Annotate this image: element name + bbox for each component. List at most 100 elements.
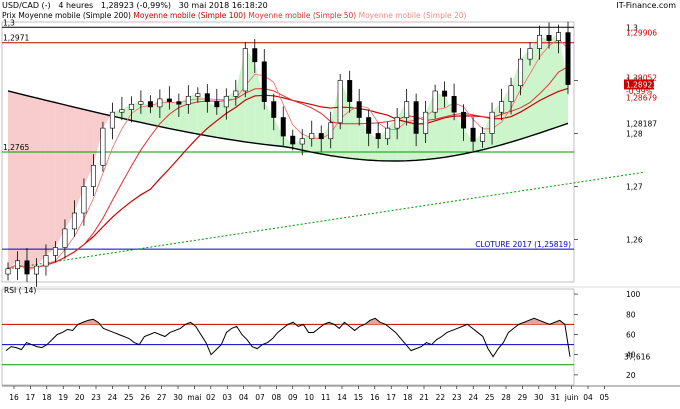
x-tick-label: 23	[452, 393, 462, 402]
candle-body	[100, 127, 106, 166]
candle-body	[385, 127, 391, 140]
right-value-label: 1,28679	[626, 93, 657, 102]
price-chart: 1,3 1,2971 1,2765 CLOTURE 2017 (1,25819) 1,2…	[1, 18, 680, 402]
candle-body	[375, 133, 381, 140]
candle-body	[252, 48, 258, 63]
x-tick-label: 11	[321, 393, 331, 402]
candle-body	[43, 255, 49, 267]
candle-body	[565, 32, 571, 85]
rsi-title: RSI ( 14)	[4, 286, 36, 295]
x-tick-label: 10	[304, 393, 314, 402]
candle-body	[432, 90, 438, 113]
candle-body	[356, 101, 362, 118]
candle-body	[404, 101, 410, 118]
x-tick-label: 28	[501, 393, 511, 402]
x-tick-label: 19	[58, 393, 68, 402]
x-tick-label: 17	[26, 393, 36, 402]
candle-body	[90, 164, 96, 187]
trend-fill-segment	[8, 90, 18, 269]
x-tick-label: 29	[518, 393, 528, 402]
candle-body	[176, 101, 182, 105]
trend-fill-segment	[64, 104, 75, 229]
y-tick-label: 1,26	[626, 236, 643, 245]
candle-body	[166, 98, 172, 102]
x-tick-label: mai	[187, 393, 201, 402]
candle-body	[489, 111, 495, 134]
x-tick-label: 18	[403, 393, 413, 402]
candle-body	[62, 228, 68, 248]
candle-body	[214, 101, 220, 108]
candle-body	[233, 90, 239, 97]
candle-body	[261, 61, 267, 102]
candle-body	[271, 101, 277, 118]
x-tick-label: 24	[108, 393, 118, 402]
candle-body	[451, 95, 457, 113]
x-tick-label: 02	[206, 393, 216, 402]
rsi-plot-frame	[1, 288, 575, 386]
candle-body	[81, 186, 87, 214]
x-tick-label: 25	[485, 393, 495, 402]
candle-body	[128, 103, 134, 110]
x-tick-label: 23	[91, 393, 101, 402]
trendline	[7, 171, 646, 270]
right-value-label: 1,29906	[626, 28, 657, 37]
candle-body	[204, 93, 210, 102]
trend-fill-segment	[55, 102, 65, 248]
trend-fill-segment	[45, 100, 56, 256]
candle-body	[394, 117, 400, 129]
level-label: CLOTURE 2017 (1,25819)	[475, 240, 571, 249]
x-tick-label: 04	[239, 393, 249, 402]
candle-body	[290, 135, 296, 145]
trend-fill-segment	[26, 95, 37, 275]
y-tick-label: 1,28	[626, 129, 643, 138]
rsi-y-tick-label: 60	[626, 330, 636, 339]
candle-body	[442, 90, 448, 97]
trend-fill-segment	[17, 93, 27, 275]
x-tick-label: 03	[222, 393, 232, 402]
x-tick-label: 05	[600, 393, 610, 402]
x-tick-label: 27	[157, 393, 167, 402]
candle-body	[109, 111, 115, 129]
x-tick-label: juin	[564, 393, 579, 402]
candle-body	[527, 48, 533, 60]
candle-body	[5, 268, 11, 275]
candle-body	[413, 101, 419, 134]
x-tick-label: 31	[550, 393, 560, 402]
x-tick-label: 08	[272, 393, 282, 402]
x-tick-label: 30	[173, 393, 183, 402]
rsi-last-value: 37,616	[624, 353, 650, 362]
candle-body	[185, 95, 191, 105]
x-tick-label: 20	[75, 393, 85, 402]
candle-body	[280, 117, 286, 137]
candle-body	[299, 138, 305, 145]
candle-body	[119, 109, 125, 113]
rsi-y-tick-label: 100	[626, 290, 641, 299]
candle-body	[328, 122, 334, 140]
trend-fill-segment	[549, 32, 559, 130]
x-tick-label: 24	[468, 393, 478, 402]
x-tick-label: 14	[337, 393, 347, 402]
x-tick-label: 30	[534, 393, 544, 402]
x-tick-label: 22	[436, 393, 446, 402]
trend-fill-segment	[36, 97, 46, 267]
candle-body	[366, 117, 372, 134]
rsi-y-tick-label: 80	[626, 310, 636, 319]
candle-body	[546, 34, 552, 41]
candle-body	[423, 111, 429, 134]
candle-body	[24, 260, 30, 275]
rsi-y-tick-label: 20	[626, 371, 636, 380]
x-tick-label: 18	[42, 393, 52, 402]
candle-body	[223, 95, 229, 108]
candle-body	[508, 85, 514, 102]
candle-body	[556, 32, 562, 41]
candle-body	[138, 101, 144, 105]
x-tick-label: 21	[419, 393, 429, 402]
x-tick-label: 26	[140, 393, 150, 402]
x-tick-label: 25	[124, 393, 134, 402]
y-tick-label: 1,27	[626, 182, 643, 191]
x-tick-label: 16	[9, 393, 19, 402]
right-value-label: 1,28187	[626, 120, 657, 129]
candle-body	[318, 133, 324, 140]
x-tick-label: 15	[354, 393, 364, 402]
candle-body	[461, 111, 467, 129]
